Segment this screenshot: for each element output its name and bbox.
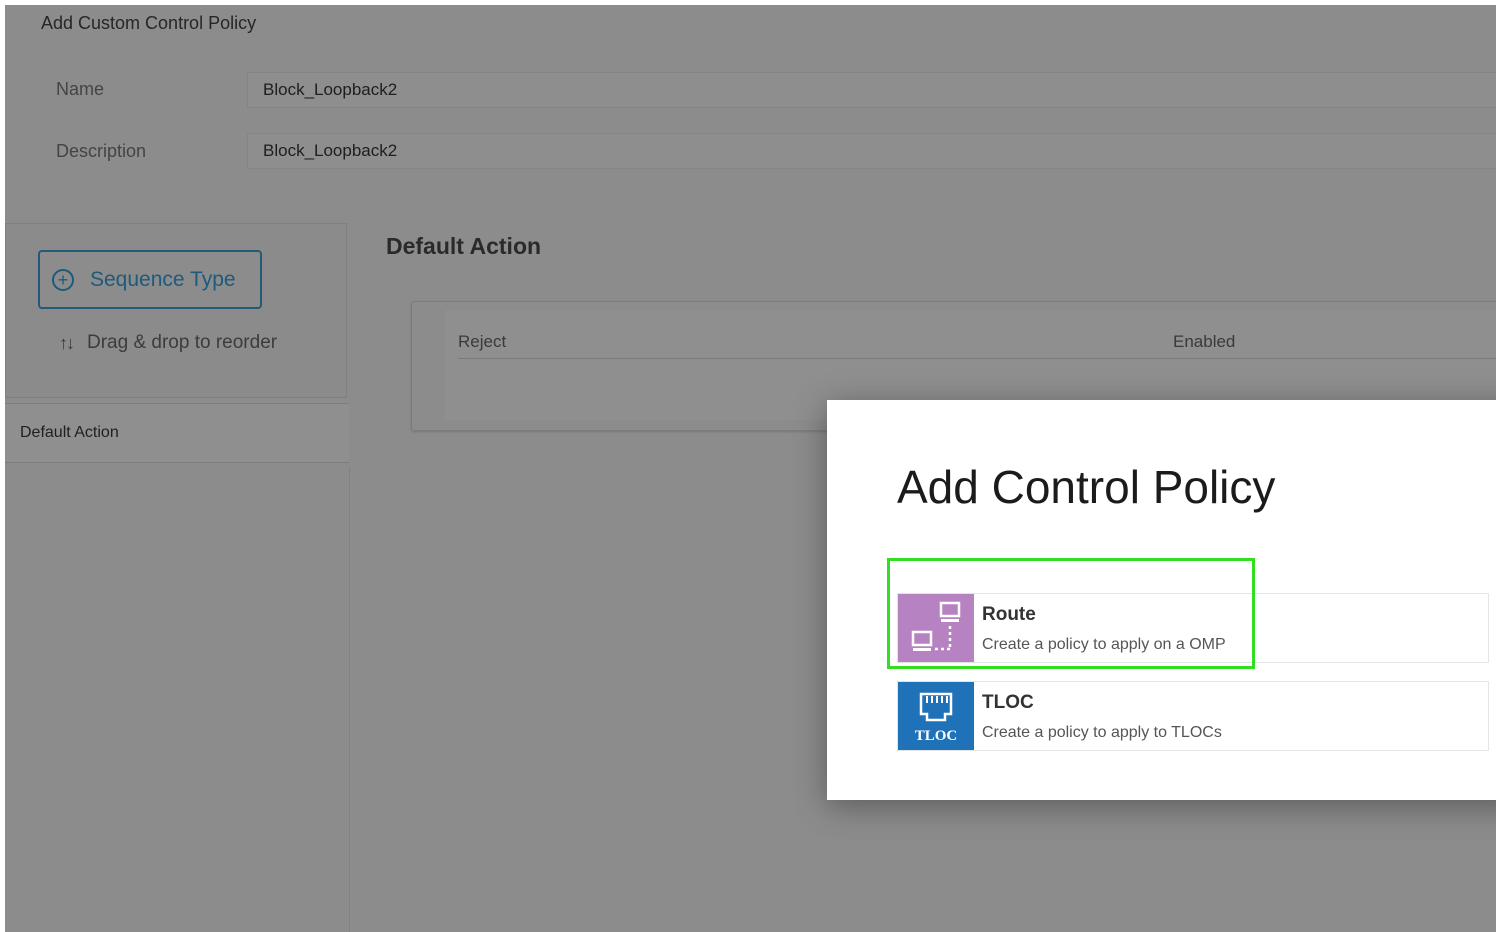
tloc-option[interactable]: TLOC TLOC Create a policy to apply to TL… [897,681,1489,751]
tloc-icon-text: TLOC [915,728,958,744]
tloc-option-title: TLOC [982,692,1034,713]
dialog-title: Add Control Policy [897,461,1276,513]
route-option-title: Route [982,604,1036,625]
plus-circle-icon: + [52,268,74,291]
sidebar-empty-area [5,467,350,932]
route-option[interactable]: Route Create a policy to apply on a OMP [897,593,1489,663]
tloc-icon: TLOC [898,682,974,750]
route-option-description: Create a policy to apply on a OMP [982,636,1226,653]
page-title: Add Custom Control Policy [41,13,257,33]
sequence-type-button[interactable]: + Sequence Type [38,250,262,309]
default-action-row: Reject Enabled [458,320,1496,359]
status-value: Enabled [1173,332,1236,351]
sidebar-item-label: Default Action [20,424,119,441]
action-value: Reject [458,332,507,351]
reorder-arrows-icon: ↑↓ [59,332,75,353]
tloc-option-description: Create a policy to apply to TLOCs [982,724,1222,741]
description-field[interactable] [247,133,1496,169]
drag-hint-text: Drag & drop to reorder [87,332,278,353]
default-action-title: Default Action [386,233,542,259]
name-field[interactable] [247,72,1496,108]
sidebar-item-default-action[interactable]: Default Action [5,403,349,463]
policy-editor-page: Add Custom Control Policy Name Descripti… [5,5,1496,932]
sequence-type-label: Sequence Type [90,267,236,291]
description-label: Description [56,141,147,161]
add-control-policy-dialog: Add Control Policy Route Create a policy… [827,400,1496,800]
drag-reorder-hint: ↑↓ Drag & drop to reorder [59,332,277,354]
name-label: Name [56,79,105,99]
route-icon [898,594,974,662]
